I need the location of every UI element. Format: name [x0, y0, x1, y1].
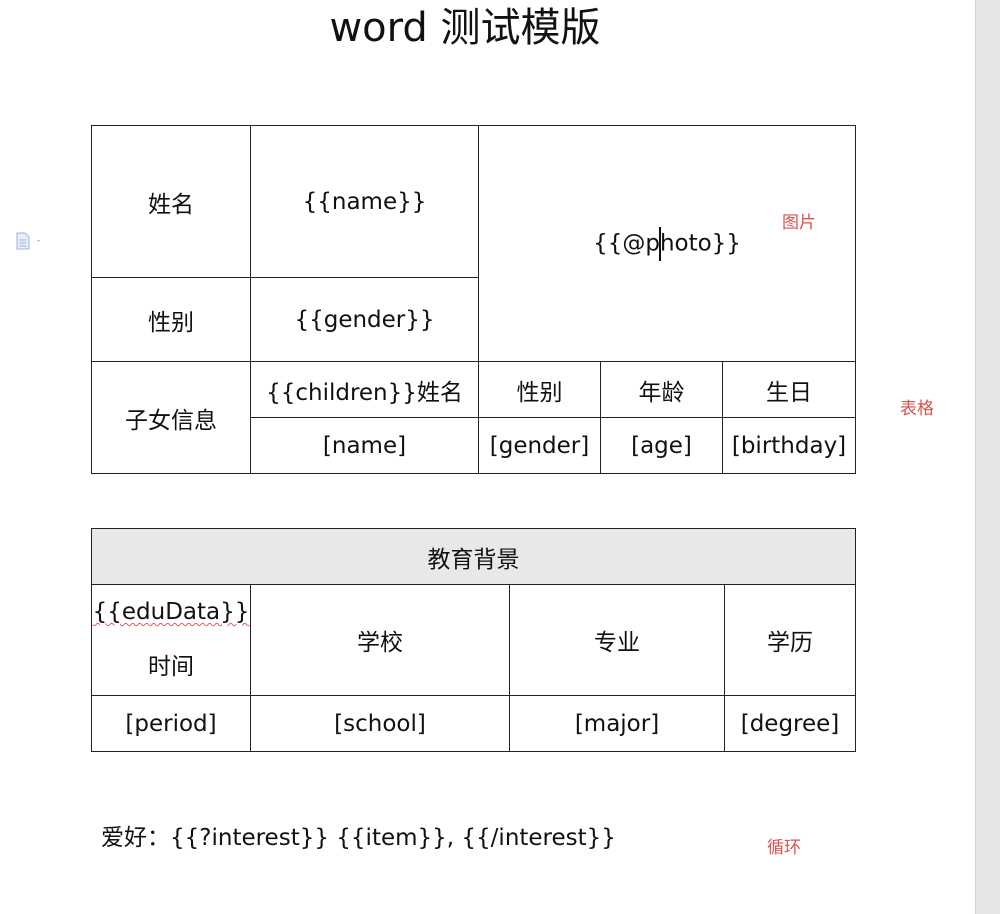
photo-cell[interactable]: {{@photo}} [477, 125, 857, 362]
children-header-cell[interactable]: {{children}}姓名 [250, 361, 479, 418]
school-field: [school] [334, 710, 426, 737]
children-row-cell[interactable]: [age] [600, 417, 723, 474]
period-field: [period] [125, 710, 217, 737]
children-birthday-field: [birthday] [731, 432, 847, 459]
period-cell[interactable]: [period] [91, 695, 251, 752]
education-header-cell[interactable]: 教育背景 [91, 528, 856, 585]
photo-annotation: 图片 [782, 213, 816, 233]
hobby-line[interactable]: 爱好：{{?interest}} {{item}}, {{/interest}} [101, 818, 616, 852]
school-header-cell[interactable]: 学校 [250, 584, 510, 696]
school-cell[interactable]: [school] [250, 695, 510, 752]
education-table: 教育背景 {{eduData}} 时间 学校 专业 学历 [period] [s… [91, 528, 856, 752]
children-gender-field: [gender] [489, 432, 590, 459]
children-row-cell[interactable]: [birthday] [721, 417, 857, 474]
loop-annotation: 循环 [767, 838, 801, 858]
scrollbar-gutter[interactable] [975, 0, 1000, 914]
photo-placeholder-start: {{@p [593, 230, 660, 256]
children-label-cell[interactable]: 子女信息 [91, 361, 251, 474]
gender-label-cell[interactable]: 性别 [91, 277, 251, 362]
children-header-age: 年龄 [638, 379, 685, 406]
edudata-tag: {{eduData}} [92, 599, 250, 625]
children-age-field: [age] [631, 432, 692, 459]
children-header-birthday: 生日 [766, 379, 812, 406]
profile-table: 姓名 {{name}} {{@photo}} 性别 {{gender}} 子女信… [91, 125, 857, 474]
degree-cell[interactable]: [degree] [724, 695, 856, 752]
name-label-cell[interactable]: 姓名 [91, 125, 251, 278]
school-header: 学校 [357, 630, 403, 656]
photo-placeholder-end: hoto}} [659, 230, 741, 256]
time-header-cell[interactable]: {{eduData}} 时间 [91, 584, 251, 696]
document-icon[interactable] [15, 232, 43, 250]
children-row-cell[interactable]: [name] [250, 417, 479, 474]
degree-header: 学历 [767, 630, 813, 656]
education-header: 教育背景 [427, 546, 520, 573]
children-header-cell[interactable]: 生日 [721, 361, 857, 418]
major-header: 专业 [594, 630, 640, 656]
gender-label: 性别 [148, 309, 194, 336]
major-cell[interactable]: [major] [509, 695, 725, 752]
major-field: [major] [574, 710, 660, 737]
children-header-gender: 性别 [516, 379, 563, 406]
children-header-cell[interactable]: 性别 [478, 361, 601, 418]
children-header-cell[interactable]: 年龄 [600, 361, 723, 418]
gender-value-cell[interactable]: {{gender}} [250, 277, 479, 362]
children-header-name: {{children}}姓名 [266, 379, 463, 406]
name-label: 姓名 [148, 191, 194, 218]
name-placeholder: {{name}} [302, 188, 427, 215]
gender-placeholder: {{gender}} [294, 306, 435, 333]
document-title: word 测试模版 [329, 5, 601, 51]
degree-header-cell[interactable]: 学历 [724, 584, 856, 696]
table-annotation: 表格 [900, 399, 934, 419]
name-value-cell[interactable]: {{name}} [250, 125, 479, 278]
children-name-field: [name] [322, 432, 407, 459]
time-label: 时间 [148, 654, 194, 680]
children-row-cell[interactable]: [gender] [478, 417, 601, 474]
major-header-cell[interactable]: 专业 [509, 584, 725, 696]
children-label: 子女信息 [125, 407, 217, 434]
degree-field: [degree] [740, 710, 840, 737]
